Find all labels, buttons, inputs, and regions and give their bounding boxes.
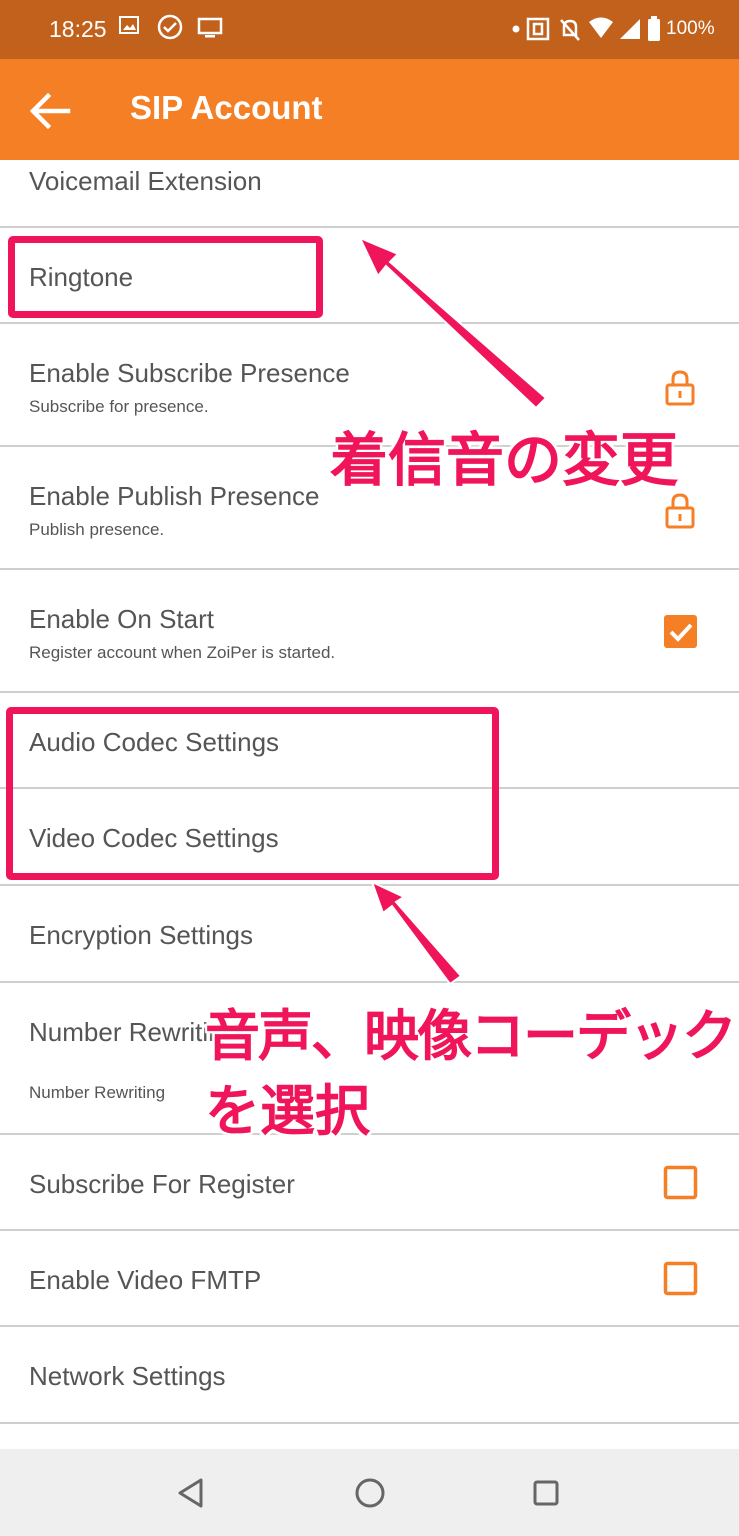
arrow-to-codec <box>370 880 463 986</box>
codec-note-line2: を選択 <box>205 1079 371 1143</box>
arrow-to-ringtone <box>357 236 548 410</box>
codec-note-line1: 音声、映像コーデック <box>205 1004 737 1068</box>
navigation-bar <box>0 1449 739 1536</box>
back-triangle-icon[interactable] <box>176 1477 206 1509</box>
ringtone-note: 着信音の変更 <box>330 426 679 494</box>
home-circle-icon[interactable] <box>354 1477 386 1509</box>
recents-square-icon[interactable] <box>533 1480 559 1506</box>
annotation-arrows <box>357 236 548 986</box>
